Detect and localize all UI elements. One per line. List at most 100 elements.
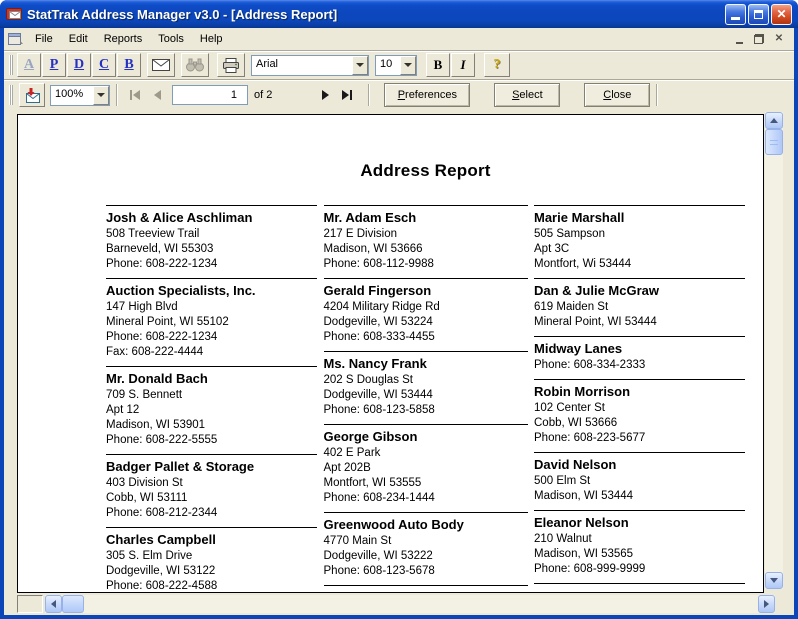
contact-name: Greenwood Auto Body — [323, 517, 464, 532]
report-entry: George Gibson 402 E Park Apt 202B Montfort,… — [323, 424, 528, 512]
last-page-button[interactable] — [336, 84, 358, 106]
print-button[interactable] — [217, 53, 245, 77]
zoom-combo-dropdown-button[interactable] — [93, 85, 109, 105]
contact-name: Badger Pallet & Storage — [106, 459, 255, 474]
minimize-button[interactable] — [725, 3, 746, 25]
font-size-value: 10 — [380, 57, 393, 70]
document-icon[interactable] — [7, 32, 23, 47]
next-page-button[interactable] — [314, 84, 336, 106]
scroll-left-button[interactable] — [45, 595, 62, 613]
first-page-icon — [130, 90, 132, 100]
contact-line: Phone: 608-222-5555 — [106, 434, 218, 446]
page-number-input[interactable] — [172, 85, 248, 105]
help-button[interactable]: ? — [484, 53, 510, 77]
report-rule — [534, 583, 745, 584]
pane-splitter-box[interactable] — [17, 595, 43, 613]
italic-label: I — [460, 57, 466, 72]
contact-name: Midway Lanes — [534, 341, 623, 356]
contact-line: 402 E Park — [323, 447, 381, 459]
contact-name: Dan & Julie McGraw — [534, 283, 659, 298]
contact-line: Fax: 608-222-4444 — [106, 346, 204, 358]
horizontal-scrollbar-row — [17, 595, 775, 613]
menu-item-tools[interactable]: Tools — [150, 30, 192, 48]
zoom-value: 100% — [55, 87, 84, 100]
mdi-minimize-button[interactable] — [731, 32, 747, 46]
close-button[interactable]: ✕ — [771, 3, 792, 25]
report-page: Address Report Josh & Alice Aschliman 508… — [17, 114, 764, 593]
mdi-close-button[interactable]: ✕ — [771, 32, 787, 46]
select-button[interactable]: Select — [494, 83, 561, 107]
format-c-button[interactable]: C — [92, 53, 116, 77]
menu-item-help[interactable]: Help — [192, 30, 231, 48]
contact-line: Phone: 608-222-1234 — [106, 258, 218, 270]
toolbar-grip[interactable] — [9, 85, 13, 105]
toolbar-separator — [656, 84, 659, 106]
arrow-up-icon — [770, 118, 778, 123]
format-a-button[interactable]: A — [17, 53, 41, 77]
menu-item-edit[interactable]: Edit — [61, 30, 96, 48]
horizontal-scrollbar[interactable] — [45, 595, 775, 613]
export-button[interactable] — [19, 83, 45, 107]
report-entry: Marie Marshall 505 Sampson Apt 3C Montfort,… — [534, 205, 745, 278]
report-entry: David Nelson 500 Elm St Madison, WI 53444 — [534, 452, 745, 510]
menu-item-reports[interactable]: Reports — [96, 30, 151, 48]
contact-line: 619 Maiden St — [534, 301, 609, 313]
mdi-close-icon: ✕ — [774, 33, 784, 44]
printer-icon — [223, 57, 239, 73]
arrow-left-icon — [51, 600, 56, 608]
font-size-combo[interactable]: 10 — [375, 54, 417, 76]
zoom-combo[interactable]: 100% — [50, 84, 110, 106]
scroll-right-button[interactable] — [758, 595, 775, 613]
scroll-up-button[interactable] — [765, 112, 783, 129]
report-column: Marie Marshall 505 Sampson Apt 3C Montfort,… — [534, 205, 745, 592]
mdi-restore-button[interactable] — [751, 32, 767, 46]
bold-button[interactable]: B — [426, 53, 450, 77]
report-entry: Greenwood Auto Body 4770 Main St Dodgevill… — [323, 512, 528, 585]
contact-line: Barneveld, WI 55303 — [106, 243, 214, 255]
preferences-button[interactable]: Preferences — [384, 83, 471, 107]
contact-line: Madison, WI 53444 — [534, 490, 634, 502]
titlebar: StatTrak Address Manager v3.0 - [Address… — [0, 0, 798, 28]
contact-line: Apt 3C — [534, 243, 570, 255]
previous-page-button[interactable] — [146, 84, 168, 106]
find-button[interactable] — [181, 53, 209, 77]
maximize-button[interactable] — [748, 3, 769, 25]
toolbar-separator — [116, 84, 118, 106]
first-page-button[interactable] — [124, 84, 146, 106]
contact-line: 709 S. Bennett — [106, 389, 183, 401]
vertical-scrollbar[interactable] — [765, 112, 783, 589]
report-title: Address Report — [360, 161, 491, 180]
report-entry: Badger Pallet & Storage 403 Division St Co… — [106, 454, 317, 527]
report-entry: Robin Morrison 102 Center St Cobb, WI 5366… — [534, 379, 745, 452]
close-report-button[interactable]: Close — [584, 83, 651, 107]
contact-line: Dodgeville, WI 53224 — [323, 316, 433, 328]
contact-name: George Gibson — [323, 429, 418, 444]
preview-toolbar: 100% of 2 Preferences Select Close — [4, 79, 794, 110]
toolbar-grip[interactable] — [9, 55, 13, 75]
email-button[interactable] — [147, 53, 175, 77]
format-b-button[interactable]: B — [117, 53, 141, 77]
arrow-down-icon — [770, 578, 778, 583]
horizontal-scrollbar-track[interactable] — [84, 595, 758, 613]
italic-button[interactable]: I — [451, 53, 475, 77]
menu-item-file[interactable]: File — [27, 30, 61, 48]
format-d-button[interactable]: D — [67, 53, 91, 77]
contact-line: Phone: 608-123-5678 — [323, 565, 435, 577]
format-p-button[interactable]: P — [42, 53, 66, 77]
vertical-scrollbar-thumb[interactable] — [765, 129, 783, 155]
contact-line: Montfort, WI 53555 — [323, 477, 422, 489]
envelope-icon — [152, 59, 170, 71]
letter-glyph: A — [23, 57, 35, 72]
font-combo-dropdown-button[interactable] — [352, 55, 368, 75]
horizontal-scrollbar-thumb[interactable] — [62, 595, 84, 613]
close-icon: ✕ — [776, 7, 787, 21]
vertical-scrollbar-track[interactable] — [765, 155, 783, 572]
font-name-combo[interactable]: Arial — [251, 54, 369, 76]
size-combo-dropdown-button[interactable] — [400, 55, 416, 75]
letter-buttons: APDCB — [17, 53, 141, 77]
report-content: Address Report Josh & Alice Aschliman 508… — [106, 115, 745, 592]
chevron-down-icon — [97, 93, 105, 97]
report-preview-area: Address Report Josh & Alice Aschliman 508… — [4, 110, 794, 615]
contact-line: 500 Elm St — [534, 475, 591, 487]
scroll-down-button[interactable] — [765, 572, 783, 589]
